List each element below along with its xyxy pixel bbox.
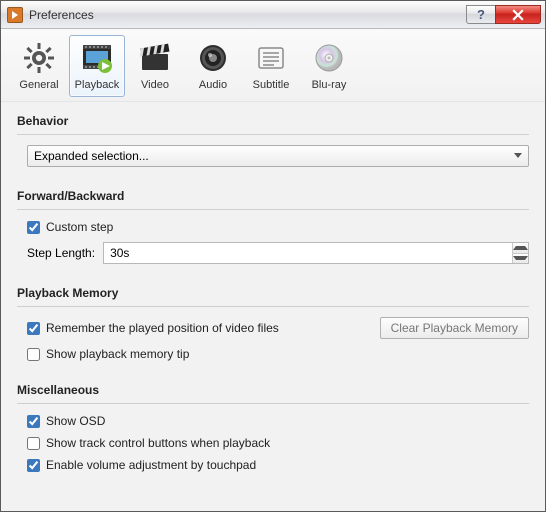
tab-bluray[interactable]: Blu-ray xyxy=(301,35,357,97)
tab-label: Playback xyxy=(75,79,120,91)
preferences-window: Preferences ? General Playback Video xyxy=(0,0,546,512)
tab-general[interactable]: General xyxy=(11,35,67,97)
chevron-down-icon xyxy=(514,153,522,158)
help-icon: ? xyxy=(477,7,485,22)
dropdown-value: Expanded selection... xyxy=(34,149,149,163)
touchpad-label: Enable volume adjustment by touchpad xyxy=(46,458,256,472)
tab-label: Audio xyxy=(199,79,227,91)
show-osd-checkbox[interactable] xyxy=(27,415,40,428)
show-tip-checkbox[interactable] xyxy=(27,348,40,361)
step-length-label: Step Length: xyxy=(27,246,95,260)
behavior-dropdown[interactable]: Expanded selection... xyxy=(27,145,529,167)
show-tip-label: Show playback memory tip xyxy=(46,347,189,361)
tab-video[interactable]: Video xyxy=(127,35,183,97)
tab-label: Video xyxy=(141,79,169,91)
custom-step-label: Custom step xyxy=(46,220,113,234)
tab-label: General xyxy=(19,79,58,91)
titlebar[interactable]: Preferences ? xyxy=(1,1,545,29)
tab-subtitle[interactable]: Subtitle xyxy=(243,35,299,97)
clapper-icon xyxy=(137,40,173,76)
step-length-input[interactable]: 30s xyxy=(103,242,529,264)
close-icon xyxy=(512,9,524,21)
subtitle-icon xyxy=(253,40,289,76)
gear-icon xyxy=(21,40,57,76)
help-button[interactable]: ? xyxy=(466,5,496,24)
divider xyxy=(17,403,529,404)
remember-position-checkbox[interactable] xyxy=(27,322,40,335)
close-button[interactable] xyxy=(495,5,541,24)
step-length-spinner xyxy=(512,243,528,263)
track-buttons-checkbox[interactable] xyxy=(27,437,40,450)
spinner-up-button[interactable] xyxy=(513,243,528,253)
tab-toolbar: General Playback Video Audio Subtitle xyxy=(1,29,545,102)
film-play-icon xyxy=(79,40,115,76)
track-buttons-label: Show track control buttons when playback xyxy=(46,436,270,450)
tab-label: Subtitle xyxy=(253,79,290,91)
content-pane: Behavior Expanded selection... Forward/B… xyxy=(1,102,545,480)
divider xyxy=(17,134,529,135)
show-osd-label: Show OSD xyxy=(46,414,105,428)
section-misc-heading: Miscellaneous xyxy=(17,383,529,397)
step-length-value: 30s xyxy=(110,246,129,260)
remember-position-label: Remember the played position of video fi… xyxy=(46,321,279,335)
custom-step-checkbox[interactable] xyxy=(27,221,40,234)
tab-audio[interactable]: Audio xyxy=(185,35,241,97)
tab-label: Blu-ray xyxy=(312,79,347,91)
divider xyxy=(17,209,529,210)
section-forward-heading: Forward/Backward xyxy=(17,189,529,203)
touchpad-checkbox[interactable] xyxy=(27,459,40,472)
divider xyxy=(17,306,529,307)
window-title: Preferences xyxy=(29,8,94,22)
speaker-icon xyxy=(195,40,231,76)
app-icon xyxy=(7,7,23,23)
tab-playback[interactable]: Playback xyxy=(69,35,125,97)
section-behavior-heading: Behavior xyxy=(17,114,529,128)
spinner-down-button[interactable] xyxy=(513,253,528,264)
clear-memory-button[interactable]: Clear Playback Memory xyxy=(380,317,529,339)
disc-icon xyxy=(311,40,347,76)
section-memory-heading: Playback Memory xyxy=(17,286,529,300)
